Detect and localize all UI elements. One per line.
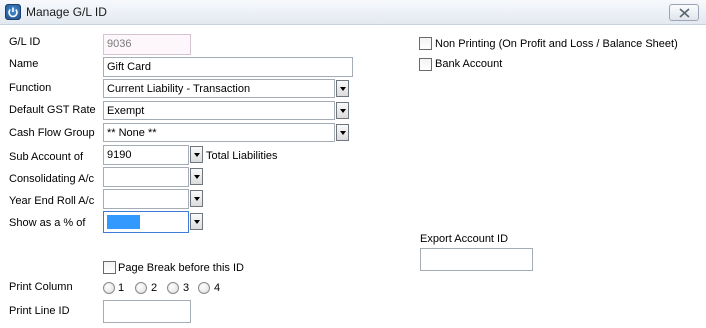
year-end-roll-select[interactable]: [103, 189, 189, 209]
title-bar: Manage G/L ID: [0, 0, 706, 25]
page-break-checkbox[interactable]: [103, 261, 116, 274]
sub-account-label: Sub Account of: [9, 151, 83, 163]
close-icon: [679, 8, 690, 18]
function-label: Function: [9, 82, 52, 94]
consolidating-dropdown-button[interactable]: [190, 168, 203, 185]
cash-flow-group-select[interactable]: ** None **: [103, 123, 335, 142]
print-column-option-1: 1: [118, 282, 125, 294]
sub-account-description: Total Liabilities: [206, 150, 278, 162]
export-account-id-label: Export Account ID: [420, 233, 509, 245]
cash-flow-group-dropdown-button[interactable]: [336, 124, 349, 141]
app-power-icon: [5, 4, 21, 20]
gst-rate-dropdown-button[interactable]: [336, 102, 349, 119]
function-select[interactable]: Current Liability - Transaction: [103, 79, 335, 98]
print-column-option-3: 3: [183, 282, 190, 294]
year-end-roll-label: Year End Roll A/c: [9, 195, 95, 207]
non-printing-checkbox[interactable]: [419, 37, 432, 50]
sub-account-dropdown-button[interactable]: [190, 146, 203, 163]
non-printing-label: Non Printing (On Profit and Loss / Balan…: [435, 38, 678, 50]
print-column-radio-2[interactable]: [135, 282, 147, 294]
gl-id-field: 9036: [103, 34, 191, 55]
year-end-roll-dropdown-button[interactable]: [190, 190, 203, 207]
text-selection-highlight: [107, 215, 140, 229]
cash-flow-group-label: Cash Flow Group: [9, 127, 95, 139]
print-line-id-input[interactable]: [103, 300, 191, 323]
print-column-radio-4[interactable]: [198, 282, 210, 294]
gst-rate-label: Default GST Rate: [9, 104, 96, 116]
bank-account-label: Bank Account: [435, 58, 503, 70]
print-column-label: Print Column: [9, 281, 73, 293]
print-column-radio-1[interactable]: [103, 282, 115, 294]
export-account-id-input[interactable]: [420, 248, 533, 271]
bank-account-checkbox[interactable]: [419, 58, 432, 71]
name-input[interactable]: Gift Card: [103, 57, 353, 77]
name-label: Name: [9, 58, 39, 70]
consolidating-label: Consolidating A/c: [9, 173, 94, 185]
consolidating-select[interactable]: [103, 167, 189, 187]
show-as-pct-label: Show as a % of: [9, 217, 86, 229]
print-line-id-label: Print Line ID: [9, 305, 70, 317]
sub-account-select[interactable]: 9190: [103, 145, 189, 165]
window-title: Manage G/L ID: [26, 5, 107, 19]
show-as-pct-dropdown-button[interactable]: [190, 213, 203, 230]
gst-rate-select[interactable]: Exempt: [103, 101, 335, 120]
close-button[interactable]: [669, 4, 699, 21]
print-column-option-2: 2: [151, 282, 158, 294]
print-column-radio-3[interactable]: [167, 282, 179, 294]
page-break-label: Page Break before this ID: [118, 262, 244, 274]
function-dropdown-button[interactable]: [336, 80, 349, 97]
gl-id-label: G/L ID: [9, 36, 41, 48]
show-as-pct-select[interactable]: [103, 211, 189, 233]
print-column-option-4: 4: [214, 282, 221, 294]
